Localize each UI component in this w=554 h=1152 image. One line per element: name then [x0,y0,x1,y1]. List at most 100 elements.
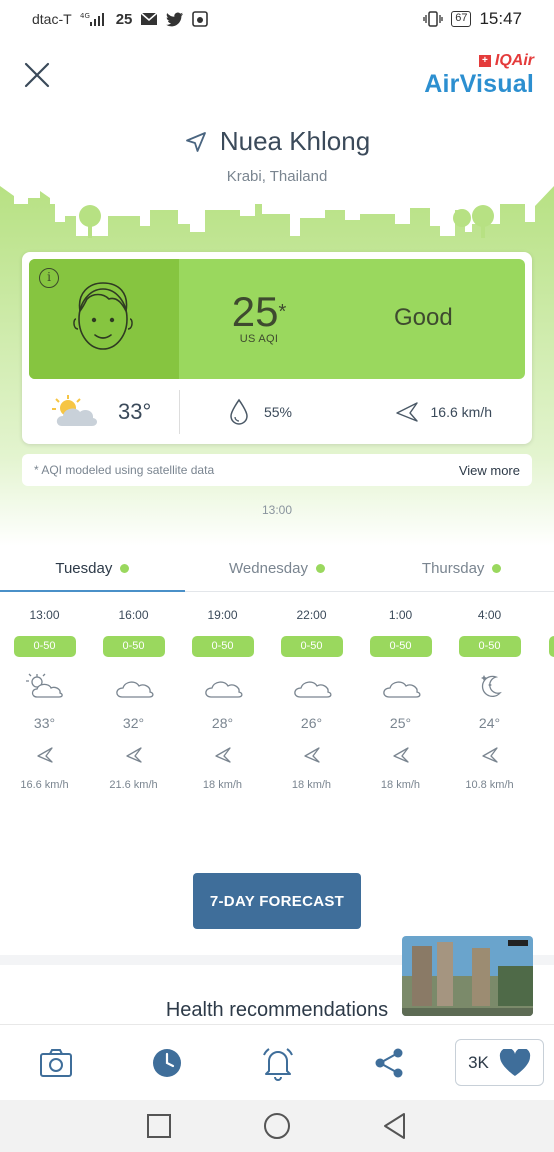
hour-temperature: 28° [211,715,234,731]
home-circle-icon[interactable] [263,1112,291,1140]
notification-bell-icon[interactable] [260,1045,296,1081]
humidity-value: 55% [263,404,293,420]
carrier-name: dtac-T [32,11,72,27]
aqi-range-badge: 0-50 [280,636,343,657]
hour-wind-speed: 18 km/h [291,779,332,791]
cloud-icon [204,681,243,698]
wind-direction-icon [214,747,231,763]
note-text: * AQI modeled using satellite data [34,463,215,477]
swiss-flag-icon: + [478,55,491,67]
like-count: 3K [468,1052,489,1072]
hour-time: 4:00 [477,608,502,622]
cloud-icon [115,681,154,698]
updated-time: 13:00 [261,503,293,517]
hourly-item: 4:00 0-50 24° 10.8 km/h [445,600,534,791]
app-notification-icon [192,11,209,27]
hour-temperature: 26° [300,715,323,731]
hourly-item: 16:00 0-50 32° 21.6 km/h [89,600,178,791]
twitter-icon [166,12,184,26]
tab-tuesday[interactable]: Tuesday [0,546,185,592]
clock: 15:47 [479,9,522,28]
satellite-note: * AQI modeled using satellite data View … [22,454,532,486]
city-name: Nuea Khlong [219,126,371,156]
hour-wind-speed: 16.6 km/h [20,779,69,791]
hour-wind-speed: 10.8 km/h [465,779,514,791]
cloud-icon [293,681,332,698]
bottom-action-bar: 3K [0,1024,554,1100]
hour-time: 16:00 [118,608,149,622]
battery-indicator: 67 [451,11,472,27]
brand-name: AirVisual [424,70,534,98]
location-photo-thumbnail[interactable] [402,936,533,1016]
aqi-range-badge: 0-50 [13,636,76,657]
wind-direction-icon [481,747,498,763]
history-clock-icon[interactable] [149,1045,185,1081]
hour-time: 22:00 [296,608,327,622]
aqi-range-badge: 0-50 [369,636,432,657]
hourly-item: 13:00 0-50 33° 16.6 km/h [0,600,89,791]
wind-direction-icon [36,747,53,763]
hour-temperature: 32° [122,715,145,731]
share-icon[interactable] [371,1045,407,1081]
day-tabs: Tuesday Wednesday Thursday [0,546,554,592]
svg-text:4G: 4G [80,12,90,20]
hourly-item: 22:00 0-50 26° 18 km/h [267,600,356,791]
location-arrow-icon [185,131,206,152]
aqi-face-panel: i [29,259,179,379]
system-navigation-bar [0,1100,554,1152]
camera-icon[interactable] [38,1045,74,1081]
aqi-dot [120,564,130,573]
wind-direction-icon [395,402,418,422]
like-button[interactable]: 3K [455,1039,544,1086]
wind-value: 16.6 km/h [430,404,492,420]
happy-face-icon [73,282,133,350]
recents-square-icon[interactable] [145,1112,173,1140]
aqi-status: Good [394,304,453,331]
partly-cloudy-sun-icon [52,395,98,426]
hour-time: 1:00 [388,608,413,622]
cloud-icon [382,681,421,698]
moon-stars-icon [480,675,502,697]
notification-count: 25 [115,10,133,28]
aqi-value: 25* [231,288,287,335]
info-icon[interactable]: i [39,268,59,288]
region-name: Krabi, Thailand [226,168,328,185]
hourly-forecast[interactable]: 13:00 0-50 33° 16.6 km/h 16:00 0-50 32° 21.6 km… [0,600,554,820]
heart-icon [499,1048,531,1076]
location-title: Nuea Khlong [0,126,554,157]
aqi-card[interactable]: i 25* US AQI Good 33° 55% 16.6 km/h [22,252,532,444]
hour-wind-speed: 21.6 km/h [109,779,158,791]
status-bar: dtac-T 4G 25 67 15:47 [0,0,554,38]
hour-wind-speed: 18 km/h [202,779,243,791]
temperature-value: 33° [118,399,152,424]
aqi-dot [492,564,502,573]
wind-direction-icon [125,747,142,763]
view-more-link[interactable]: View more [459,463,520,478]
hour-time: 19:00 [207,608,238,622]
wind-direction-icon [303,747,320,763]
hour-temperature: 33° [33,715,56,731]
tab-wednesday[interactable]: Wednesday [185,546,370,591]
hourly-item: 19:00 0-50 28° 18 km/h [178,600,267,791]
hour-temperature: 25° [389,715,412,731]
wind-direction-icon [392,747,409,763]
back-triangle-icon[interactable] [381,1112,409,1140]
mail-icon [140,12,158,25]
next-aqi-badge-partial [549,636,554,657]
hour-temperature: 24° [478,715,501,731]
partly-cloudy-sun-icon [25,673,63,698]
aqi-dot [315,564,325,573]
aqi-panel: i 25* US AQI Good [29,259,525,379]
humidity-drop-icon [230,398,248,425]
seven-day-forecast-button[interactable]: 7-DAY FORECAST [193,873,361,929]
hour-wind-speed: 18 km/h [380,779,421,791]
brand-top: IQAir [494,52,534,69]
close-icon[interactable] [22,60,52,90]
current-weather: 33° 55% 16.6 km/h [22,382,532,442]
tab-thursday[interactable]: Thursday [369,546,554,591]
aqi-range-badge: 0-50 [102,636,165,657]
aqi-range-badge: 0-50 [191,636,254,657]
hour-time: 13:00 [29,608,60,622]
aqi-range-badge: 0-50 [458,636,521,657]
hourly-item: 1:00 0-50 25° 18 km/h [356,600,445,791]
